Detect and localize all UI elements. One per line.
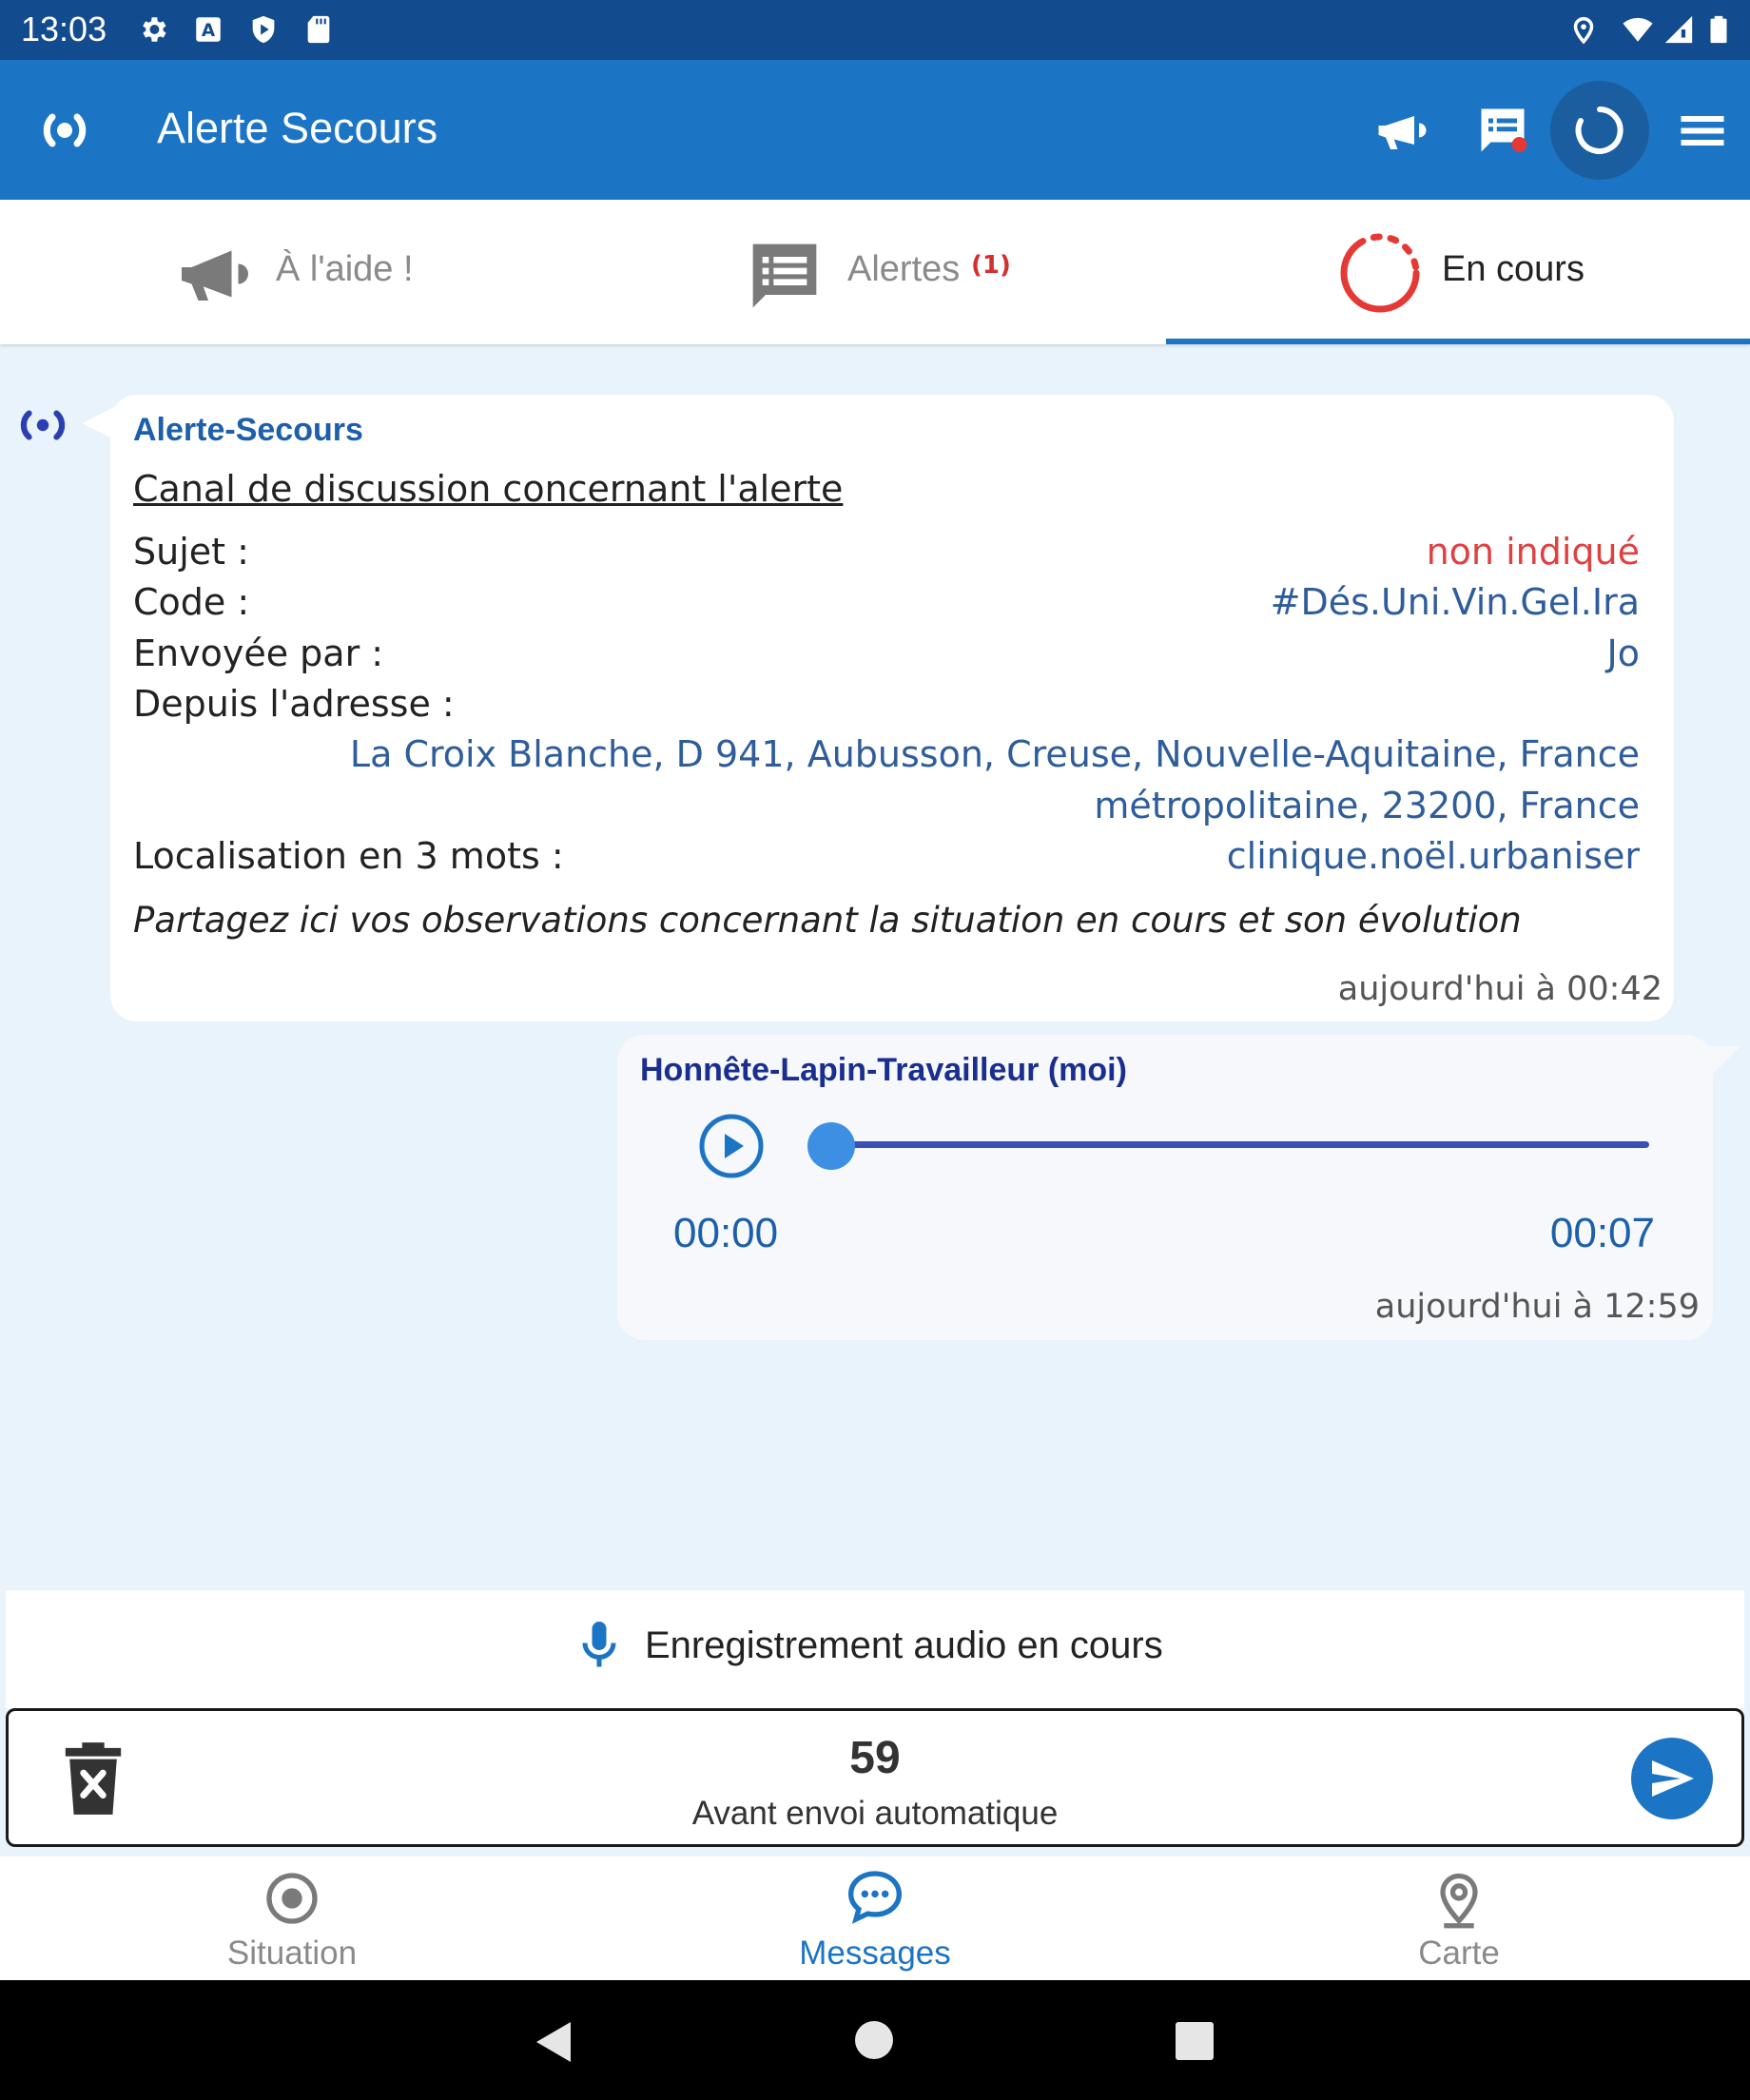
system-nav-bar xyxy=(0,1980,1750,2100)
ongoing-button[interactable] xyxy=(1550,81,1649,180)
alerts-list-icon xyxy=(752,243,817,308)
message-sender: Alerte-Secours xyxy=(133,412,363,448)
audio-current-time: 00:00 xyxy=(673,1210,779,1256)
chat-bubble-icon xyxy=(847,1871,903,1924)
audio-seek-thumb[interactable] xyxy=(807,1122,855,1170)
app-title: Alerte Secours xyxy=(157,104,438,152)
my-message-timestamp: aujourd'hui à 12:59 xyxy=(1374,1288,1700,1326)
megaphone-icon xyxy=(182,250,248,301)
location-words-label: Localisation en 3 mots : xyxy=(133,835,564,877)
map-pin-icon xyxy=(1440,1873,1478,1929)
location-words-value: clinique.noël.urbaniser xyxy=(1226,835,1640,877)
shield-play-icon xyxy=(252,15,275,44)
settings-icon xyxy=(143,17,166,42)
my-bubble-tail xyxy=(1708,1046,1740,1079)
tab-alerts-label: Alertes xyxy=(847,249,961,289)
nav-map-label: Carte xyxy=(1418,1935,1500,1972)
nav-situation[interactable]: Situation xyxy=(149,1857,435,1980)
home-icon[interactable] xyxy=(854,2020,894,2060)
app-logo-icon xyxy=(43,113,87,147)
message-timestamp: aujourd'hui à 00:42 xyxy=(1337,970,1662,1008)
location-icon xyxy=(1573,16,1594,45)
recording-banner: Enregistrement audio en cours xyxy=(6,1590,1744,1708)
tab-help[interactable]: À l'aide ! xyxy=(0,200,583,344)
message-heading: Canal de discussion concernant l'alerte xyxy=(133,468,844,510)
svg-text:A: A xyxy=(202,21,216,41)
battery-icon xyxy=(1710,15,1727,44)
menu-icon[interactable] xyxy=(1674,102,1731,159)
tab-ongoing[interactable]: En cours xyxy=(1166,200,1750,344)
countdown-value: 59 xyxy=(849,1733,901,1783)
recents-icon[interactable] xyxy=(1176,2022,1214,2060)
address-label: Depuis l'adresse : xyxy=(133,683,455,725)
microphone-icon xyxy=(582,1622,616,1667)
countdown-label: Avant envoi automatique xyxy=(691,1795,1059,1832)
send-icon[interactable] xyxy=(1631,1738,1713,1819)
sender-value: Jo xyxy=(1606,632,1640,674)
subject-value: non indiqué xyxy=(1426,531,1640,573)
message-note: Partagez ici vos observations concernant… xyxy=(133,900,1522,941)
wifi-icon xyxy=(1623,17,1653,42)
my-sender-suffix: (moi) xyxy=(1047,1052,1127,1088)
my-sender-pseudo: Honnête-Lapin-Travailleur xyxy=(640,1052,1040,1088)
status-time: 13:03 xyxy=(21,10,107,49)
nav-messages-label: Messages xyxy=(799,1935,951,1972)
tab-alerts[interactable]: Alertes (1) xyxy=(583,200,1166,344)
play-icon[interactable] xyxy=(698,1113,765,1179)
sender-label: Envoyée par : xyxy=(133,632,384,674)
subject-label: Sujet : xyxy=(133,531,249,573)
auto-send-panel: 59 Avant envoi automatique xyxy=(6,1708,1744,1847)
code-label: Code : xyxy=(133,581,250,623)
sender-avatar-icon xyxy=(20,410,66,440)
back-icon[interactable] xyxy=(533,2020,573,2064)
megaphone-icon[interactable] xyxy=(1371,102,1429,159)
nav-situation-label: Situation xyxy=(226,1935,358,1972)
app-bar: Alerte Secours xyxy=(0,60,1750,200)
nav-map[interactable]: Carte xyxy=(1316,1857,1602,1980)
tab-help-label: À l'aide ! xyxy=(276,249,414,289)
audio-duration: 00:07 xyxy=(1549,1210,1655,1256)
target-icon xyxy=(266,1873,318,1924)
keyboard-a-icon: A xyxy=(196,17,221,42)
ongoing-ring-icon xyxy=(1340,233,1420,313)
address-value-line1: La Croix Blanche, D 941, Aubusson, Creus… xyxy=(349,733,1640,775)
active-tab-indicator xyxy=(1166,339,1750,344)
nav-messages[interactable]: Messages xyxy=(732,1857,1018,1980)
address-value-line2: métropolitaine, 23200, France xyxy=(1094,785,1640,826)
cell-signal-icon xyxy=(1664,15,1693,44)
code-value: #Dés.Uni.Vin.Gel.Ira xyxy=(1270,581,1640,623)
status-bar: 13:03 A xyxy=(0,0,1750,60)
tab-ongoing-label: En cours xyxy=(1442,249,1585,289)
loading-ring-icon xyxy=(1575,107,1624,154)
audio-seek-track[interactable] xyxy=(831,1141,1649,1148)
sd-card-icon xyxy=(307,15,330,44)
bubble-tail xyxy=(82,407,114,439)
bottom-nav: Situation Messages Carte xyxy=(0,1857,1750,1980)
alerts-badge: (1) xyxy=(971,251,1011,280)
recording-label: Enregistrement audio en cours xyxy=(645,1624,1163,1666)
tab-bar: À l'aide ! Alertes (1) En cours xyxy=(0,200,1750,344)
alerts-chat-icon[interactable] xyxy=(1474,102,1531,159)
my-sender-name: Honnête-Lapin-Travailleur (moi) xyxy=(640,1052,1127,1089)
